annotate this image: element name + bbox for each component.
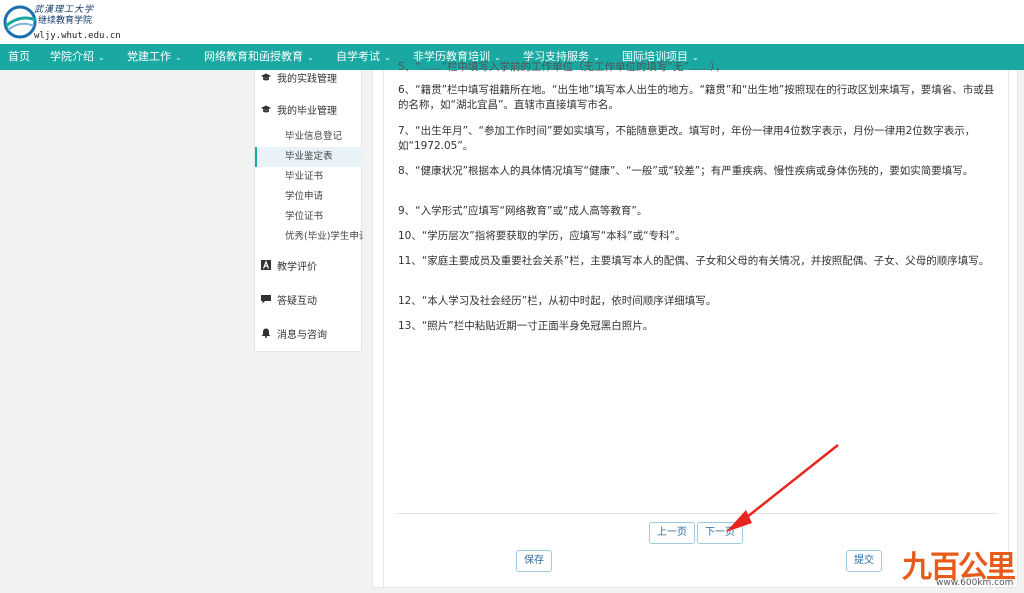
sidebar-subitem-label: 学位证书 — [285, 211, 324, 222]
instruction-item: 8、“健康状况”根据本人的具体情况填写“健康”、“一般”或“较差”；有严重疾病、… — [398, 165, 974, 177]
sidebar-item-evaluation[interactable]: 教学评价 — [255, 258, 363, 278]
chevron-down-icon: ⌄ — [307, 53, 314, 62]
instruction-item: 10、“学历层次”指将要获取的学历，应填写“本科”或“专科”。 — [398, 230, 686, 242]
divider — [396, 513, 998, 514]
sidebar-subitem-label: 毕业信息登记 — [285, 131, 343, 142]
sidebar-subitem-label: 优秀(毕业)学生申请 — [285, 231, 363, 242]
chevron-down-icon: ⌄ — [175, 53, 182, 62]
instruction-item: 7、“出生年月”、“参加工作时间”要如实填写，不能随意更改。填写时，年份一律用4… — [398, 125, 976, 152]
nav-item-label: 网络教育和函授教育 — [204, 50, 303, 63]
sidebar-item-label: 答疑互动 — [277, 296, 317, 307]
chevron-down-icon: ⌄ — [384, 53, 391, 62]
watermark-url: www.600km.com — [936, 578, 1014, 588]
instruction-item: 9、“入学形式”应填写“网络教育”或“成人高等教育”。 — [398, 205, 648, 217]
sidebar-item-label: 消息与咨询 — [277, 330, 327, 341]
sidebar-item-messages[interactable]: 消息与咨询 — [255, 326, 363, 346]
nav-item-about[interactable]: 学院介绍 ⌄ — [50, 44, 105, 70]
nav-item-label: 学院介绍 — [50, 50, 94, 63]
university-logo-icon[interactable] — [2, 4, 38, 40]
sidebar-item-practice[interactable]: 我的实践管理 — [255, 70, 363, 90]
sidebar-subitem-label: 毕业鉴定表 — [285, 151, 333, 162]
sidebar-item-qa[interactable]: 答疑互动 — [255, 292, 363, 312]
instruction-item: 11、“家庭主要成员及重要社会关系”栏，主要填写本人的配偶、子女和父母的有关情况… — [398, 255, 990, 267]
sidebar-subitem-appraisal-form[interactable]: 毕业鉴定表 — [255, 147, 363, 167]
comment-icon — [261, 292, 271, 312]
watermark: 九百公里 www.600km.com — [888, 538, 1022, 593]
logo-university-name: 武漢理工大学 — [34, 5, 95, 15]
nav-item-party[interactable]: 党建工作 ⌄ — [127, 44, 182, 70]
logo-college-name: 继续教育学院 — [38, 16, 93, 26]
instruction-item: 6、“籍贯”栏中填写祖籍所在地。“出生地”填写本人出生的地方。“籍贯”和“出生地… — [398, 84, 995, 111]
form-instructions-panel: 5、“……”栏中填写入学前的工作单位（无工作单位的填写“无”……）， 6、“籍贯… — [383, 61, 1009, 588]
site-header: 武漢理工大学 继续教育学院 wljy.whut.edu.cn — [0, 0, 1024, 44]
sidebar-subitem-degree-certificate[interactable]: 学位证书 — [255, 207, 363, 227]
bell-icon — [261, 326, 271, 346]
sidebar-subitem-diploma[interactable]: 毕业证书 — [255, 167, 363, 187]
graduation-cap-icon — [261, 102, 271, 122]
sidebar-item-graduation[interactable]: 我的毕业管理 — [255, 102, 363, 122]
chevron-down-icon: ⌄ — [98, 53, 105, 62]
sidebar-subitem-label: 学位申请 — [285, 191, 324, 202]
main-panel: 5、“……”栏中填写入学前的工作单位（无工作单位的填写“无”……）， 6、“籍贯… — [372, 61, 1018, 588]
sidebar-subitem-excellent-student[interactable]: 优秀(毕业)学生申请 — [255, 227, 363, 247]
nav-item-label: 首页 — [8, 50, 30, 63]
sidebar-item-label: 我的毕业管理 — [277, 106, 337, 117]
sidebar-subitem-degree-application[interactable]: 学位申请 — [255, 187, 363, 207]
logo-url: wljy.whut.edu.cn — [34, 31, 121, 41]
font-a-icon — [261, 258, 271, 278]
sidebar-subitem-label: 毕业证书 — [285, 171, 324, 182]
instruction-item: 12、“本人学习及社会经历”栏，从初中时起，依时间顺序详细填写。 — [398, 295, 717, 307]
sidebar-subitem-graduation-info[interactable]: 毕业信息登记 — [255, 127, 363, 147]
next-page-button[interactable]: 下一页 — [697, 522, 743, 544]
instruction-item-5-clipped: 5、“……”栏中填写入学前的工作单位（无工作单位的填写“无”……）， — [398, 61, 726, 73]
prev-page-button[interactable]: 上一页 — [649, 522, 695, 544]
sidebar-item-label: 我的实践管理 — [277, 74, 337, 85]
submit-button[interactable]: 提交 — [846, 550, 882, 572]
logo-text[interactable]: 武漢理工大学 继续教育学院 wljy.whut.edu.cn — [34, 5, 121, 41]
graduation-cap-icon — [261, 70, 271, 90]
sidebar-item-label: 教学评价 — [277, 262, 317, 273]
instruction-item: 13、“照片”栏中粘贴近期一寸正面半身免冠黑白照片。 — [398, 320, 654, 332]
nav-item-home[interactable]: 首页 — [8, 44, 30, 70]
sidebar: 我的实践管理 我的毕业管理 毕业信息登记 毕业鉴定表 毕业证书 学位申请 学位证… — [254, 70, 363, 352]
nav-item-label: 党建工作 — [127, 50, 171, 63]
nav-item-online-education[interactable]: 网络教育和函授教育 ⌄ — [204, 44, 314, 70]
save-button[interactable]: 保存 — [516, 550, 552, 572]
nav-item-self-study[interactable]: 自学考试 ⌄ — [336, 44, 391, 70]
nav-item-label: 自学考试 — [336, 50, 380, 63]
